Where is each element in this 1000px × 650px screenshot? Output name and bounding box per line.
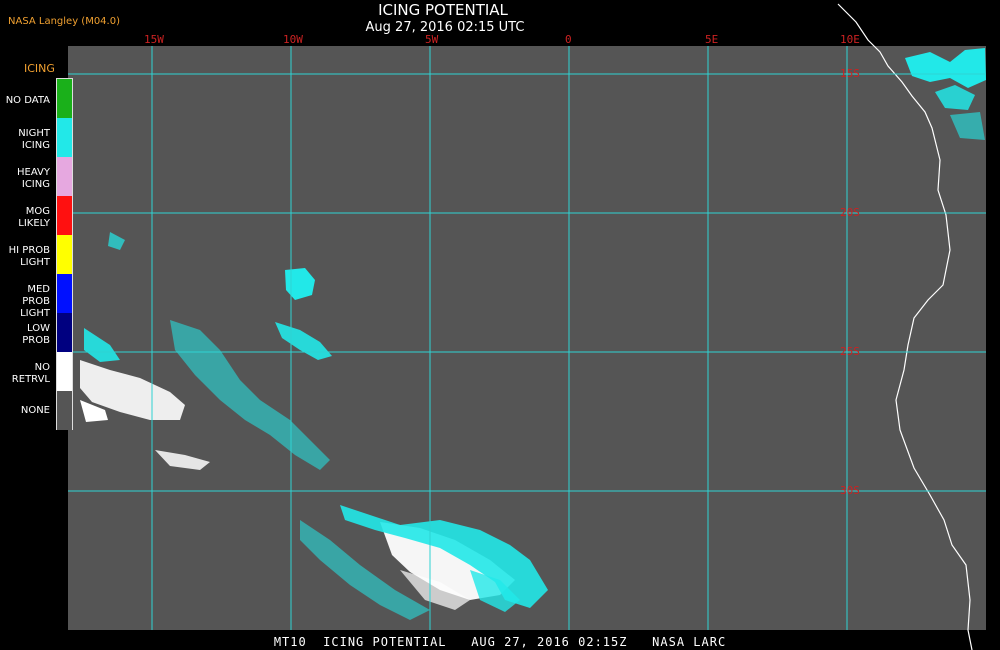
lon-label: 5W — [425, 33, 439, 46]
lon-label: 10W — [283, 33, 303, 46]
satellite-map — [68, 3, 986, 650]
legend-swatch — [57, 157, 72, 196]
legend-swatch — [57, 274, 72, 313]
legend-swatch — [57, 196, 72, 235]
lat-label: 30S — [840, 484, 860, 497]
legend-swatch — [57, 235, 72, 274]
lon-label: 5E — [705, 33, 719, 46]
legend-label: MOG LIKELY — [18, 206, 50, 229]
footer-caption: MT10 ICING POTENTIAL AUG 27, 2016 02:15Z… — [273, 635, 727, 649]
legend-swatch — [57, 79, 72, 118]
page-title: ICING POTENTIAL — [378, 1, 508, 19]
legend-swatch — [57, 118, 72, 157]
legend-label: NONE — [20, 405, 50, 416]
legend-swatch — [57, 352, 72, 391]
lon-label: 0 — [565, 33, 572, 46]
lat-label: 25S — [840, 345, 860, 358]
lat-label: 15S — [840, 67, 860, 80]
timestamp: Aug 27, 2016 02:15 UTC — [365, 20, 525, 35]
legend-swatch — [57, 313, 72, 352]
legend-label: HEAVY ICING — [17, 167, 50, 190]
legend-label: NIGHT ICING — [18, 128, 50, 151]
legend-label: LOW PROB — [22, 323, 50, 346]
lon-label: 10E — [840, 33, 860, 46]
legend-label: HI PROB LIGHT — [8, 245, 50, 268]
legend-label: MED PROB LIGHT — [20, 284, 50, 319]
legend-swatch — [57, 391, 72, 430]
legend-label: NO RETRVL — [11, 362, 50, 385]
legend-color-bar — [56, 78, 73, 430]
legend-label: NO DATA — [5, 95, 50, 106]
legend-title: ICING — [24, 62, 55, 75]
lat-label: 20S — [840, 206, 860, 219]
lon-label: 15W — [144, 33, 164, 46]
